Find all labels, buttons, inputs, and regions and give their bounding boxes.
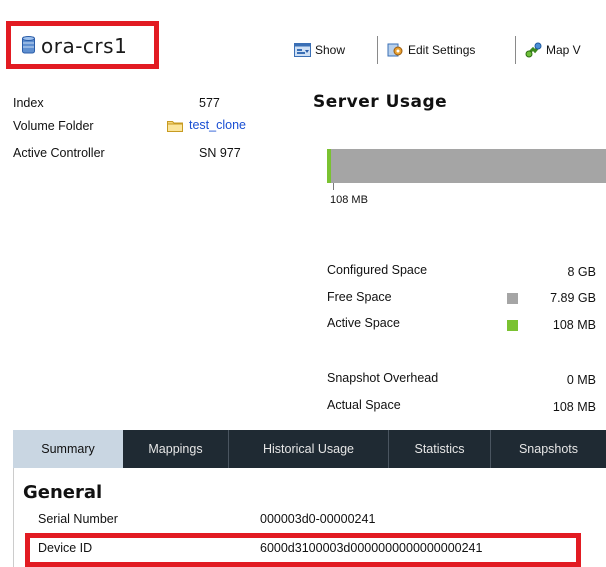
active-space-label: Active Space (327, 316, 400, 330)
free-space-label: Free Space (327, 290, 392, 304)
database-icon (22, 36, 35, 54)
volume-title-highlight: ora-crs1 (6, 21, 159, 69)
volume-title: ora-crs1 (41, 34, 128, 58)
serial-number-label: Serial Number (38, 512, 118, 526)
tab-historical-usage[interactable]: Historical Usage (229, 430, 389, 468)
show-icon (294, 42, 311, 57)
edit-settings-button[interactable]: Edit Settings (387, 40, 475, 60)
tab-mappings[interactable]: Mappings (123, 430, 229, 468)
volume-folder-label: Volume Folder (13, 119, 94, 133)
usage-bar-tick (333, 183, 334, 190)
usage-bar-active (327, 149, 331, 183)
show-label: Show (315, 43, 346, 57)
free-space-value: 7.89 GB (550, 291, 596, 305)
show-button[interactable]: Show (294, 40, 345, 60)
tab-snapshots[interactable]: Snapshots (491, 430, 606, 468)
map-volume-button[interactable]: Map V (525, 40, 581, 60)
usage-bar-free (327, 149, 606, 183)
toolbar-divider (515, 36, 516, 64)
volume-folder-value[interactable]: test_clone (189, 118, 246, 132)
edit-settings-icon (387, 43, 403, 57)
toolbar-divider (377, 36, 378, 64)
active-space-value: 108 MB (552, 318, 596, 332)
actual-space-label: Actual Space (327, 398, 401, 412)
general-section-title: General (23, 482, 103, 503)
volume-folder-link[interactable]: test_clone (167, 118, 246, 132)
usage-bar-label: 108 MB (330, 194, 368, 206)
snapshot-overhead-label: Snapshot Overhead (327, 371, 439, 385)
active-space-legend-swatch (507, 320, 518, 331)
configured-space-value: 8 GB (567, 265, 597, 279)
device-id-label: Device ID (38, 541, 93, 555)
index-label: Index (13, 96, 44, 110)
detail-tabs: Summary Mappings Historical Usage Statis… (13, 430, 606, 468)
map-icon (525, 42, 542, 58)
tab-statistics[interactable]: Statistics (389, 430, 491, 468)
folder-icon (167, 120, 183, 132)
index-value: 577 (199, 96, 220, 110)
map-volume-label: Map V (546, 43, 581, 57)
serial-number-value: 000003d0-00000241 (260, 512, 376, 526)
edit-settings-label: Edit Settings (408, 43, 476, 57)
actual-space-value: 108 MB (552, 400, 596, 414)
active-controller-value: SN 977 (199, 146, 241, 160)
snapshot-overhead-value: 0 MB (566, 373, 596, 387)
free-space-legend-swatch (507, 293, 518, 304)
device-id-value: 6000d3100003d0000000000000000241 (260, 541, 483, 555)
server-usage-title: Server Usage (313, 92, 448, 112)
active-controller-label: Active Controller (13, 146, 105, 160)
tab-summary[interactable]: Summary (13, 430, 123, 468)
configured-space-label: Configured Space (327, 263, 428, 277)
